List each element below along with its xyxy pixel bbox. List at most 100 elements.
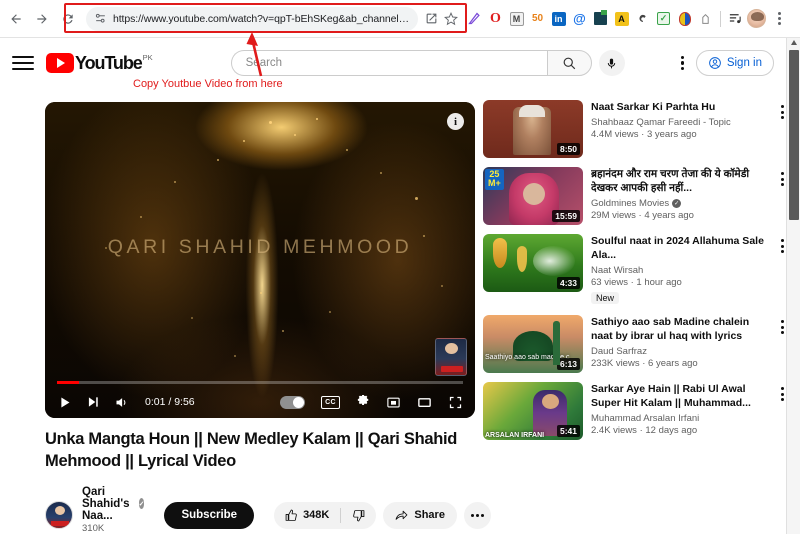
video-duration: 4:33 bbox=[556, 277, 580, 289]
channel-name-row[interactable]: Qari Shahid's Naa... ✓ bbox=[82, 486, 145, 522]
time-display: 0:01 / 9:56 bbox=[145, 396, 195, 408]
list-item[interactable]: 4:33 Soulful naat in 2024 Allahuma Sale … bbox=[483, 234, 786, 306]
suggestion-stats: 63 views · 1 hour ago bbox=[591, 277, 682, 289]
thumbs-down-icon bbox=[353, 509, 365, 521]
autoplay-toggle[interactable] bbox=[280, 395, 305, 409]
play-icon[interactable] bbox=[57, 395, 72, 410]
dislike-button[interactable] bbox=[341, 509, 376, 522]
suggestion-channel-name: Muhammad Arsalan Irfani bbox=[591, 413, 700, 425]
bag-extension-icon[interactable] bbox=[590, 6, 611, 32]
browser-window: https://www.youtube.com/watch?v=qpT-bEhS… bbox=[0, 0, 800, 534]
youtube-country-code: PK bbox=[142, 53, 153, 62]
volume-icon[interactable] bbox=[114, 395, 129, 410]
suggestion-title: ब्रहानंदम और राम चरण तेजा की ये कॉमेडी द… bbox=[591, 168, 750, 195]
youtube-settings-menu-icon[interactable] bbox=[680, 55, 684, 71]
suggestion-title: Sarkar Aye Hain || Rabi Ul Awal Super Hi… bbox=[591, 383, 751, 410]
video-thumbnail[interactable]: 4:33 bbox=[483, 234, 583, 292]
microphone-icon[interactable] bbox=[598, 50, 625, 76]
like-button[interactable]: 348K bbox=[274, 509, 340, 522]
youtube-logo[interactable]: YouTube PK bbox=[46, 53, 153, 73]
chrome-menu-icon[interactable] bbox=[770, 12, 788, 25]
back-arrow-icon[interactable] bbox=[4, 7, 28, 31]
sign-in-button[interactable]: Sign in bbox=[695, 50, 774, 76]
profile-avatar[interactable] bbox=[746, 6, 767, 32]
thumbnail-badge: 25 M+ bbox=[485, 169, 504, 190]
info-icon[interactable]: i bbox=[447, 113, 464, 130]
account-circle-icon bbox=[708, 57, 721, 69]
channel-watermark-icon[interactable] bbox=[435, 338, 467, 376]
list-item[interactable]: ARSALAN IRFANI 5:41 Sarkar Aye Hain || R… bbox=[483, 382, 786, 441]
primary-column: QARI SHAHID MEHMOOD i 0:01 / 9:56 CC Unk… bbox=[0, 88, 491, 534]
star-icon[interactable] bbox=[442, 10, 460, 28]
reading-list-icon[interactable] bbox=[725, 6, 746, 32]
medium-extension-icon[interactable]: M bbox=[506, 6, 527, 32]
fullscreen-icon[interactable] bbox=[448, 395, 463, 410]
captions-button[interactable]: CC bbox=[321, 395, 340, 409]
suggestion-channel[interactable]: Muhammad Arsalan Irfani bbox=[591, 413, 768, 424]
spiral-extension-icon[interactable] bbox=[632, 6, 653, 32]
channel-avatar[interactable] bbox=[45, 501, 73, 530]
suggestion-channel[interactable]: Naat Wirsah bbox=[591, 265, 768, 276]
video-duration: 6:13 bbox=[556, 358, 580, 371]
video-thumbnail[interactable]: ARSALAN IRFANI 5:41 bbox=[483, 382, 583, 441]
list-item[interactable]: 8:50 Naat Sarkar Ki Parhta Hu Shahbaaz Q… bbox=[483, 100, 786, 158]
suggestion-title: Soulful naat in 2024 Allahuma Sale Ala..… bbox=[591, 235, 764, 262]
youtube-play-icon bbox=[46, 53, 74, 73]
share-label: Share bbox=[414, 509, 445, 522]
reload-icon[interactable] bbox=[56, 7, 80, 31]
suggestion-channel[interactable]: Goldmines Movies ✓ bbox=[591, 198, 768, 209]
suggestion-info: Naat Sarkar Ki Parhta Hu Shahbaaz Qamar … bbox=[591, 100, 784, 158]
suggestion-channel[interactable]: Daud Sarfraz bbox=[591, 346, 768, 357]
gear-icon[interactable] bbox=[356, 395, 370, 409]
forward-arrow-icon[interactable] bbox=[30, 7, 54, 31]
suggestion-stats: 233K views · 6 years ago bbox=[591, 358, 698, 370]
scroll-up-arrow-icon[interactable] bbox=[791, 40, 797, 45]
opera-extension-icon[interactable]: O bbox=[485, 6, 506, 32]
suggestion-menu-icon[interactable] bbox=[781, 239, 784, 253]
video-thumbnail[interactable]: 8:50 bbox=[483, 100, 583, 158]
pen-extension-icon[interactable] bbox=[464, 6, 485, 32]
a-extension-icon[interactable]: A bbox=[611, 6, 632, 32]
suggestion-menu-icon[interactable] bbox=[781, 387, 784, 402]
balloon-extension-icon[interactable] bbox=[674, 6, 695, 32]
open-in-new-icon[interactable] bbox=[422, 10, 440, 28]
suggestion-title: Sathiyo aao sab Madine chalein naat by i… bbox=[591, 316, 750, 343]
video-title: Unka Mangta Houn || New Medley Kalam || … bbox=[45, 430, 458, 470]
video-thumbnail[interactable]: 25 M+ 15:59 bbox=[483, 167, 583, 225]
suggestion-title: Naat Sarkar Ki Parhta Hu bbox=[591, 101, 716, 113]
at-extension-icon[interactable]: @ bbox=[569, 6, 590, 32]
address-bar[interactable]: https://www.youtube.com/watch?v=qpT-bEhS… bbox=[86, 6, 418, 31]
suggestion-menu-icon[interactable] bbox=[781, 172, 784, 186]
suggestion-menu-icon[interactable] bbox=[781, 105, 784, 119]
verified-badge-icon: ✓ bbox=[672, 199, 682, 209]
video-thumbnail[interactable]: Saathiyo aao sab madine c 6:13 bbox=[483, 315, 583, 374]
video-player[interactable]: QARI SHAHID MEHMOOD i 0:01 / 9:56 CC bbox=[45, 102, 475, 418]
suggestion-menu-icon[interactable] bbox=[781, 320, 784, 335]
miniplayer-icon[interactable] bbox=[386, 395, 401, 410]
progress-bar[interactable] bbox=[57, 381, 463, 384]
video-meta-row: Qari Shahid's Naa... ✓ 310K subscribers … bbox=[45, 486, 491, 534]
video-duration: 5:41 bbox=[556, 425, 580, 438]
search-button[interactable] bbox=[546, 50, 592, 76]
theater-mode-icon[interactable] bbox=[417, 395, 432, 410]
extensions-bar: O M 50 in @ A ✓ bbox=[464, 6, 788, 32]
check-extension-icon[interactable]: ✓ bbox=[653, 6, 674, 32]
share-button[interactable]: Share bbox=[383, 501, 457, 529]
linkedin-extension-icon[interactable]: in bbox=[548, 6, 569, 32]
page-scrollbar[interactable] bbox=[786, 38, 800, 534]
scrollbar-thumb[interactable] bbox=[789, 50, 799, 220]
list-item[interactable]: Saathiyo aao sab madine c 6:13 Sathiyo a… bbox=[483, 315, 786, 374]
search-area: Search bbox=[230, 50, 625, 76]
fifty-extension-icon[interactable]: 50 bbox=[527, 6, 548, 32]
thumbnail-caption: Saathiyo aao sab madine c bbox=[485, 354, 570, 362]
new-badge: New bbox=[591, 292, 620, 305]
site-settings-icon[interactable] bbox=[92, 11, 108, 27]
like-count: 348K bbox=[303, 509, 330, 522]
search-input[interactable]: Search bbox=[230, 50, 547, 76]
outline-extension-icon[interactable] bbox=[695, 6, 716, 32]
subscribe-button[interactable]: Subscribe bbox=[164, 501, 255, 529]
suggestion-channel[interactable]: Shahbaaz Qamar Fareedi - Topic bbox=[591, 117, 768, 128]
list-item[interactable]: 25 M+ 15:59 ब्रहानंदम और राम चरण तेजा की … bbox=[483, 167, 786, 225]
hamburger-menu-icon[interactable] bbox=[12, 56, 34, 70]
next-track-icon[interactable] bbox=[86, 395, 100, 409]
